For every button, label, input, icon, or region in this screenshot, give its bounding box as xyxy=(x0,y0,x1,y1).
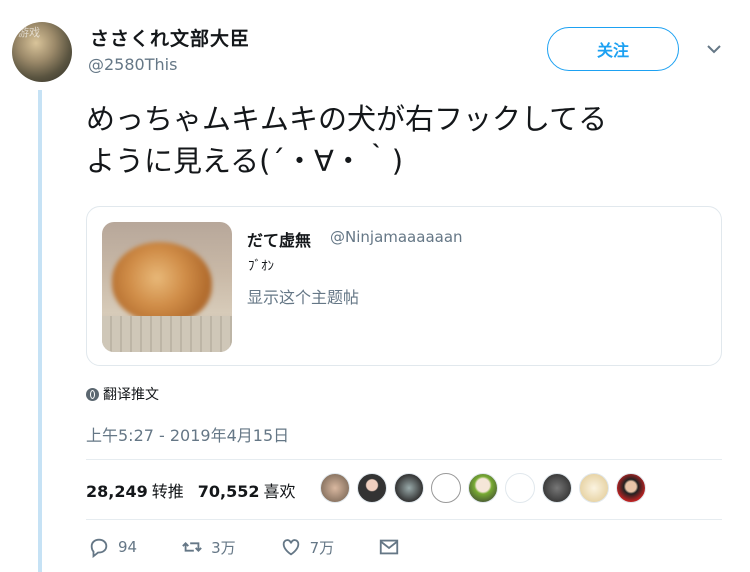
reply-count: 94 xyxy=(118,538,138,556)
likes-count: 70,552 xyxy=(197,482,260,501)
liker-avatars xyxy=(320,473,646,503)
show-thread-link[interactable]: 显示这个主题帖 xyxy=(247,284,359,308)
translate-label: 翻译推文 xyxy=(103,387,159,403)
reply-icon xyxy=(90,538,108,558)
liker-avatar[interactable] xyxy=(505,473,535,503)
divider xyxy=(86,459,722,460)
thread-line xyxy=(38,90,42,572)
quoted-tweet-card[interactable]: だて虚無 @Ninjamaaaaaan ﾌﾞｵﾝ 显示这个主题帖 xyxy=(86,206,722,366)
retweets-count: 28,249 xyxy=(86,482,148,501)
retweets-label: 转推 xyxy=(151,482,184,501)
liker-avatar[interactable] xyxy=(616,473,646,503)
liker-avatar[interactable] xyxy=(320,473,350,503)
liker-avatar[interactable] xyxy=(357,473,387,503)
tweet-text-line-1: めっちゃムキムキの犬が右フックしてる xyxy=(86,102,608,136)
retweet-count: 3万 xyxy=(211,538,236,557)
quoted-display-name: だて虚無 xyxy=(247,231,312,250)
tweet-actions: 94 3万 7万 xyxy=(88,536,444,558)
floor-image xyxy=(102,316,232,352)
message-button[interactable] xyxy=(378,536,400,558)
quoted-text: ﾌﾞｵﾝ xyxy=(248,259,274,274)
likes-label: 喜欢 xyxy=(263,482,296,501)
engagement-stats: 28,249 转推 70,552 喜欢 xyxy=(86,478,296,502)
timestamp[interactable]: 上午5:27 - 2019年4月15日 xyxy=(86,422,289,446)
chevron-down-icon[interactable] xyxy=(705,40,723,58)
avatar[interactable]: 游戏 xyxy=(12,22,72,82)
likes-stat[interactable]: 70,552 喜欢 xyxy=(198,478,296,502)
globe-icon xyxy=(86,387,99,401)
quoted-tweet-image[interactable] xyxy=(102,222,232,352)
liker-avatar[interactable] xyxy=(431,473,461,503)
divider xyxy=(86,519,722,520)
liker-avatar[interactable] xyxy=(394,473,424,503)
quoted-handle: @Ninjamaaaaaan xyxy=(330,228,463,246)
user-handle[interactable]: @2580This xyxy=(88,55,177,74)
mail-icon xyxy=(380,539,399,555)
translate-tweet[interactable]: 翻译推文 xyxy=(86,384,159,404)
retweets-stat[interactable]: 28,249 转推 xyxy=(86,478,184,502)
watermark: 游戏 xyxy=(18,26,40,39)
tweet-text-line-2: ように見える(´・∀・｀) xyxy=(86,144,404,178)
liker-avatar[interactable] xyxy=(468,473,498,503)
like-count: 7万 xyxy=(309,538,335,557)
display-name[interactable]: ささくれ文部大臣 xyxy=(90,24,250,51)
heart-icon xyxy=(282,539,299,556)
liker-avatar[interactable] xyxy=(542,473,572,503)
tweet-text: めっちゃムキムキの犬が右フックしてる ように見える(´・∀・｀) xyxy=(86,98,736,182)
follow-button[interactable]: 关注 xyxy=(547,27,679,71)
reply-button[interactable]: 94 xyxy=(88,536,137,558)
retweet-button[interactable]: 3万 xyxy=(181,536,236,558)
dog-image xyxy=(112,242,212,322)
like-button[interactable]: 7万 xyxy=(280,536,335,558)
retweet-icon xyxy=(182,542,202,552)
liker-avatar[interactable] xyxy=(579,473,609,503)
